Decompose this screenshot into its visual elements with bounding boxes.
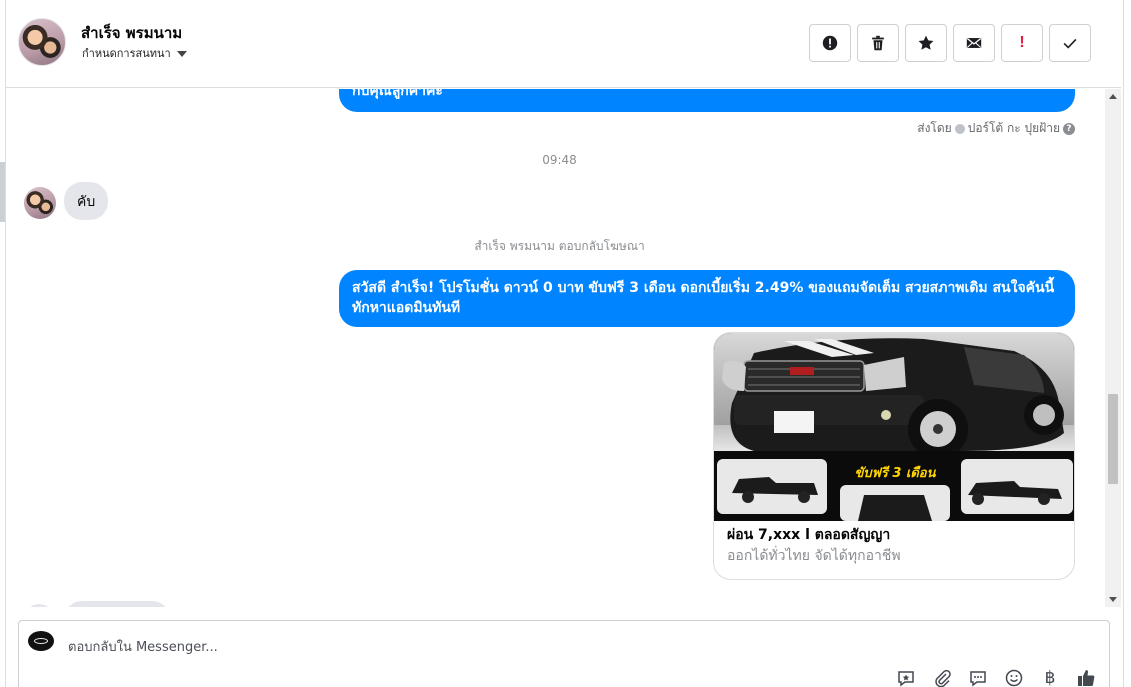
left-panel-scroll-mark: [0, 162, 5, 222]
attachment-icon[interactable]: [931, 667, 953, 687]
mark-spam-button[interactable]: [809, 24, 851, 62]
baht-icon[interactable]: ฿: [1039, 667, 1061, 687]
composer-tools: ฿: [895, 667, 1097, 687]
sender-dot-icon: [954, 123, 965, 134]
trash-icon: [872, 35, 884, 51]
mark-done-button[interactable]: [1049, 24, 1091, 62]
conversation-header: สำเร็จ พรมนาม กำหนดการสนทนา !: [6, 0, 1121, 88]
incoming-message[interactable]: คับ: [64, 182, 109, 220]
contact-name[interactable]: สำเร็จ พรมนาม: [81, 21, 182, 45]
outgoing-message[interactable]: สวัสดี สำเร็จ! โปรโมชั่น ดาวน์ 0 บาท ขับ…: [339, 270, 1075, 327]
right-panel-edge: [1123, 0, 1131, 687]
alert-circle-icon: [822, 35, 838, 51]
incoming-message-partial: [64, 601, 170, 607]
message-timestamp: 09:48: [542, 153, 577, 167]
ad-image-banner-text: ขับฟรี 3 เดือน: [854, 465, 936, 481]
emoji-icon[interactable]: [1003, 667, 1025, 687]
sent-by-name: ปอร์โต้ กะ ปุยฝ้าย: [967, 121, 1060, 135]
incoming-avatar: [24, 604, 54, 607]
mark-unread-button[interactable]: [953, 24, 995, 62]
message-text: สวัสดี สำเร็จ! โปรโมชั่น ดาวน์ 0 บาท ขับ…: [352, 280, 1055, 316]
page-logo-icon: [34, 638, 48, 644]
ad-reply-notice: สำเร็จ พรมนาม ตอบกลับโฆษณา: [474, 239, 645, 253]
star-button[interactable]: [905, 24, 947, 62]
scroll-down-icon[interactable]: [1109, 597, 1117, 602]
reply-composer[interactable]: ตอบกลับใน Messenger... ฿: [18, 620, 1110, 687]
envelope-icon: [966, 38, 982, 48]
chat-bubble-icon[interactable]: [967, 667, 989, 687]
reply-input[interactable]: ตอบกลับใน Messenger...: [68, 636, 218, 657]
ad-image[interactable]: ขับฟรี 3 เดือน: [714, 333, 1074, 521]
pickup-truck-image: ขับฟรี 3 เดือน: [714, 333, 1074, 521]
inbox-conversation-view: สำเร็จ พรมนาม กำหนดการสนทนา ! กับคุณลูกค…: [0, 0, 1131, 687]
conversation-toolbar: !: [809, 24, 1091, 62]
mark-important-button[interactable]: !: [1001, 24, 1043, 62]
exclamation-icon: !: [1019, 34, 1025, 51]
message-thread[interactable]: กับคุณลูกค้าคะ ส่งโดย ปอร์โต้ กะ ปุยฝ้าย…: [6, 89, 1105, 607]
assign-conversation-dropdown[interactable]: กำหนดการสนทนา: [82, 44, 187, 62]
message-text: กับคุณลูกค้าคะ: [352, 89, 443, 99]
star-icon: [918, 35, 934, 50]
sent-by-line: ส่งโดย ปอร์โต้ กะ ปุยฝ้าย ?: [917, 119, 1075, 138]
scrollbar-thumb[interactable]: [1108, 394, 1118, 484]
ad-card[interactable]: ขับฟรี 3 เดือน ผ่อน 7,xxx l ตลอดสัญญา ออ…: [713, 332, 1075, 580]
ad-card-title[interactable]: ผ่อน 7,xxx l ตลอดสัญญา: [727, 524, 890, 546]
help-icon[interactable]: ?: [1063, 122, 1075, 135]
sent-by-label: ส่งโดย: [917, 121, 952, 135]
scroll-up-icon[interactable]: [1109, 94, 1117, 99]
delete-button[interactable]: [857, 24, 899, 62]
ad-card-subtitle: ออกได้ทั่วไทย จัดได้ทุกอาชีพ: [727, 548, 901, 564]
caret-down-icon: [176, 50, 187, 57]
saved-reply-icon[interactable]: [895, 667, 917, 687]
thread-scrollbar[interactable]: [1105, 89, 1121, 607]
assign-conversation-label: กำหนดการสนทนา: [82, 47, 171, 60]
check-icon: [1063, 38, 1077, 49]
outgoing-message[interactable]: กับคุณลูกค้าคะ: [339, 89, 1075, 112]
contact-avatar[interactable]: [18, 18, 66, 66]
thumbs-up-icon[interactable]: [1075, 667, 1097, 687]
message-text: คับ: [77, 194, 96, 210]
page-avatar: [28, 631, 54, 651]
incoming-avatar: [24, 187, 56, 219]
